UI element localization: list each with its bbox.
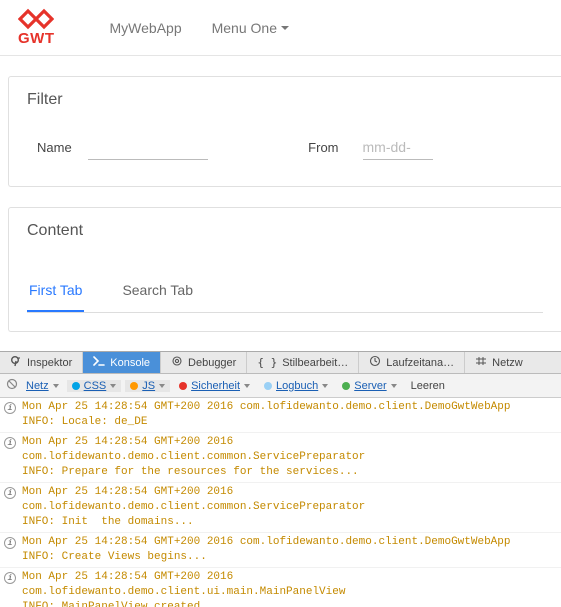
devtools-tab-styles[interactable]: { } Stilbearbeit…: [247, 352, 359, 373]
toolbar-css[interactable]: CSS: [67, 380, 122, 392]
nav-menu-one[interactable]: Menu One: [212, 20, 289, 36]
inspector-icon: [10, 355, 22, 370]
toolbar-security[interactable]: Sicherheit: [174, 380, 255, 392]
console-log-text: Mon Apr 25 14:28:54 GMT+200 2016 com.lof…: [22, 485, 555, 530]
devtools-tab-inspector[interactable]: Inspektor: [0, 352, 83, 373]
brand-text: GWT: [18, 30, 55, 47]
filter-title: Filter: [9, 77, 561, 115]
devtools-tab-inspector-label: Inspektor: [27, 357, 72, 369]
nav-menu-one-label: Menu One: [212, 20, 277, 36]
devtools-tab-network[interactable]: Netzw: [465, 352, 533, 373]
nav-mywebapp[interactable]: MyWebApp: [110, 20, 182, 36]
toolbar-css-label: CSS: [84, 380, 107, 392]
network-icon: [475, 355, 487, 370]
toolbar-log[interactable]: Logbuch: [259, 380, 333, 392]
console-log-row[interactable]: i Mon Apr 25 14:28:54 GMT+200 2016 com.lo…: [0, 568, 561, 607]
filter-name-field: Name: [37, 135, 208, 160]
nav-mywebapp-label: MyWebApp: [110, 20, 182, 36]
toolbar-server-label: Server: [354, 380, 386, 392]
dot-icon: [342, 382, 350, 390]
content-panel: Content First Tab Search Tab: [8, 207, 561, 332]
filter-panel: Filter Name From: [8, 76, 561, 187]
filter-from-label: From: [308, 140, 338, 155]
clock-icon: [369, 355, 381, 370]
filter-name-label: Name: [37, 140, 72, 155]
dot-icon: [264, 382, 272, 390]
devtools-toolbar: Netz CSS JS Sicherheit Logbuch Server: [0, 374, 561, 398]
console-output[interactable]: i Mon Apr 25 14:28:54 GMT+200 2016 com.lo…: [0, 398, 561, 607]
console-icon: [93, 355, 105, 370]
devtools-tab-console[interactable]: Konsole: [83, 352, 161, 373]
chevron-down-icon: [244, 384, 250, 388]
navbar: GWT MyWebApp Menu One: [0, 0, 561, 56]
styles-icon: { }: [257, 356, 277, 369]
trash-icon[interactable]: [6, 378, 18, 393]
chevron-down-icon: [53, 384, 59, 388]
console-log-text: Mon Apr 25 14:28:54 GMT+200 2016 com.lof…: [22, 435, 555, 480]
chevron-down-icon: [281, 26, 289, 30]
devtools-tab-perf[interactable]: Laufzeitana…: [359, 352, 465, 373]
info-icon: i: [4, 437, 16, 449]
content-tabs: First Tab Search Tab: [27, 272, 543, 313]
toolbar-log-label: Logbuch: [276, 380, 318, 392]
chevron-down-icon: [322, 384, 328, 388]
info-icon: i: [4, 572, 16, 584]
console-log-text: Mon Apr 25 14:28:54 GMT+200 2016 com.lof…: [22, 570, 555, 607]
devtools-tab-perf-label: Laufzeitana…: [386, 357, 454, 369]
debugger-icon: [171, 355, 183, 370]
dot-icon: [130, 382, 138, 390]
devtools-tab-debugger-label: Debugger: [188, 357, 236, 369]
filter-name-input[interactable]: [88, 135, 208, 160]
gwt-logo-icon: [18, 8, 54, 30]
console-log-text: Mon Apr 25 14:28:54 GMT+200 2016 com.lof…: [22, 400, 510, 430]
console-log-row[interactable]: i Mon Apr 25 14:28:54 GMT+200 2016 com.lo…: [0, 433, 561, 483]
toolbar-js[interactable]: JS: [125, 380, 170, 392]
devtools-tab-network-label: Netzw: [492, 357, 523, 369]
devtools: Inspektor Konsole Debugger { } Stilbearb…: [0, 351, 561, 607]
devtools-tab-console-label: Konsole: [110, 357, 150, 369]
tab-search[interactable]: Search Tab: [120, 272, 195, 312]
devtools-tab-debugger[interactable]: Debugger: [161, 352, 247, 373]
dot-icon: [72, 382, 80, 390]
chevron-down-icon: [110, 384, 116, 388]
filter-from-input[interactable]: [363, 135, 433, 160]
chevron-down-icon: [159, 384, 165, 388]
dot-icon: [179, 382, 187, 390]
chevron-down-icon: [391, 384, 397, 388]
info-icon: i: [4, 537, 16, 549]
toolbar-server[interactable]: Server: [337, 380, 401, 392]
toolbar-net-select[interactable]: Netz: [22, 380, 63, 392]
toolbar-js-label: JS: [142, 380, 155, 392]
brand[interactable]: GWT: [18, 8, 55, 47]
console-log-row[interactable]: i Mon Apr 25 14:28:54 GMT+200 2016 com.lo…: [0, 533, 561, 568]
toolbar-net-label: Netz: [26, 380, 49, 392]
devtools-tabs: Inspektor Konsole Debugger { } Stilbearb…: [0, 352, 561, 374]
info-icon: i: [4, 402, 16, 414]
toolbar-clear-label: Leeren: [411, 380, 445, 392]
toolbar-security-label: Sicherheit: [191, 380, 240, 392]
console-log-row[interactable]: i Mon Apr 25 14:28:54 GMT+200 2016 com.lo…: [0, 398, 561, 433]
toolbar-clear[interactable]: Leeren: [406, 380, 450, 392]
console-log-text: Mon Apr 25 14:28:54 GMT+200 2016 com.lof…: [22, 535, 510, 565]
tab-first[interactable]: First Tab: [27, 272, 84, 312]
console-log-row[interactable]: i Mon Apr 25 14:28:54 GMT+200 2016 com.lo…: [0, 483, 561, 533]
devtools-tab-styles-label: Stilbearbeit…: [282, 357, 348, 369]
info-icon: i: [4, 487, 16, 499]
content-title: Content: [9, 208, 561, 246]
filter-from-field: From: [308, 135, 432, 160]
